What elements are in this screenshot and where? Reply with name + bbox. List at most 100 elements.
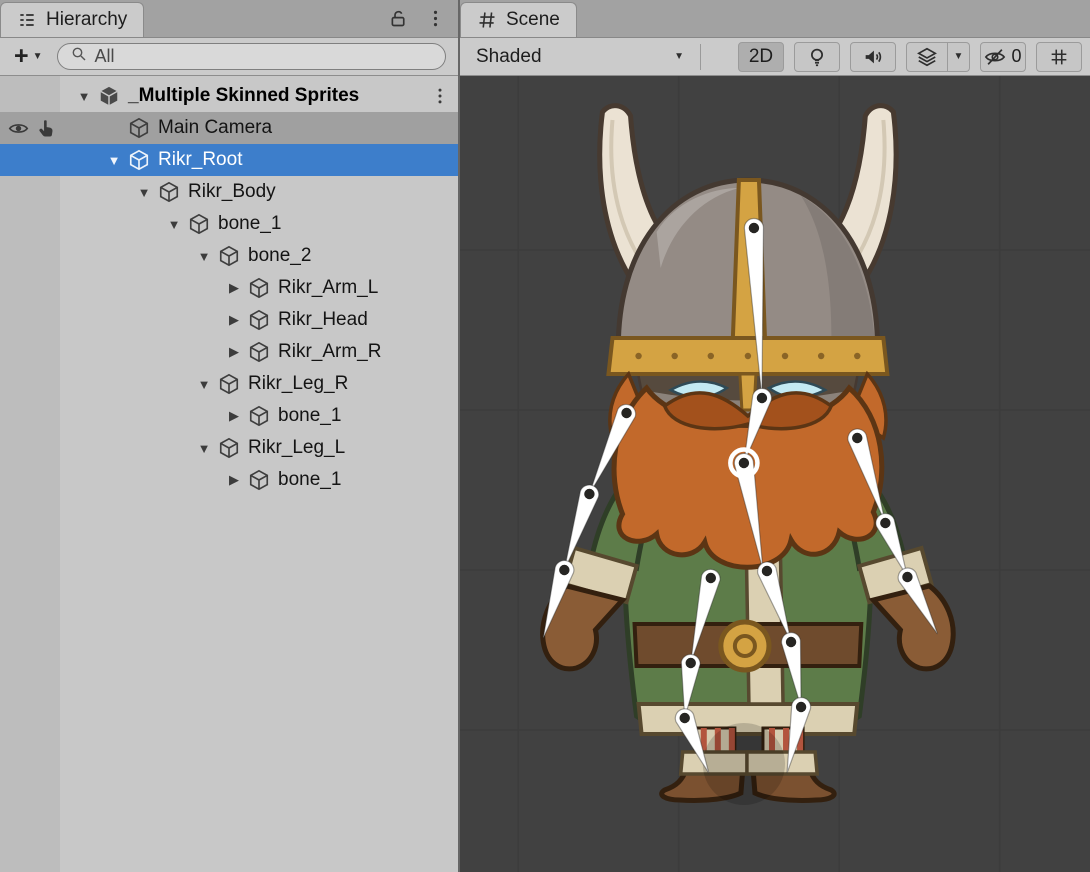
foldout-collapsed-icon[interactable]: ▶: [220, 312, 248, 328]
2d-mode-toggle[interactable]: 2D: [738, 42, 784, 72]
gameobject-cube-icon: [248, 277, 278, 299]
hierarchy-list-icon: [17, 10, 37, 30]
bone-joint-spine-1[interactable]: [757, 393, 767, 403]
eye-icon[interactable]: [6, 116, 30, 140]
chevron-down-icon: ▼: [33, 51, 43, 62]
hierarchy-item-label: Rikr_Root: [158, 149, 242, 171]
bone-joint-spine-0[interactable]: [749, 223, 759, 233]
tab-scene-label: Scene: [506, 9, 560, 31]
bone-joint-leg-right-1[interactable]: [786, 637, 796, 647]
hierarchy-tabbar: Hierarchy: [0, 0, 458, 38]
hierarchy-item-rikr-root[interactable]: ▼ Rikr_Root: [0, 144, 458, 176]
scene-viewport[interactable]: [460, 76, 1090, 872]
eye-off-icon: [984, 46, 1006, 68]
draw-mode-dropdown[interactable]: Shaded ▼: [468, 42, 692, 72]
hierarchy-search-input[interactable]: All: [57, 43, 446, 70]
lock-icon[interactable]: [388, 8, 409, 29]
hierarchy-item-bone-2[interactable]: ▼ bone_2: [0, 240, 458, 272]
pick-icon[interactable]: [34, 116, 58, 140]
hierarchy-item-label: Rikr_Arm_R: [278, 341, 381, 363]
hierarchy-item-bone-1[interactable]: ▼bone_1: [0, 208, 458, 240]
scene-grid-icon: [477, 10, 497, 30]
gameobject-cube-icon: [158, 181, 188, 203]
foldout-collapsed-icon[interactable]: ▶: [220, 280, 248, 296]
search-filter-label: All: [95, 46, 115, 67]
hierarchy-item-bone-1[interactable]: ▶ bone_1: [0, 464, 458, 496]
indent-spacer: [0, 352, 220, 353]
bone-joint-spine-2[interactable]: [739, 458, 749, 468]
indent-spacer: [0, 224, 160, 225]
hierarchy-item-label: bone_2: [248, 245, 311, 267]
indent-spacer: [0, 256, 190, 257]
scene-toolbar: Shaded ▼ 2D: [460, 38, 1090, 76]
grid-settings-icon: [1048, 46, 1070, 68]
gameobject-cube-icon: [218, 373, 248, 395]
indent-spacer: [0, 448, 190, 449]
bone-joint-leg-left-0[interactable]: [706, 573, 716, 583]
gameobject-cube-icon: [128, 117, 158, 139]
speaker-icon: [862, 46, 884, 68]
foldout-collapsed-icon[interactable]: ▶: [220, 472, 248, 488]
hierarchy-tree: ▼_Multiple Skinned SpritesMain Camera▼Ri…: [0, 76, 458, 872]
foldout-expanded-icon[interactable]: ▼: [190, 441, 218, 456]
bone-joint-arm-left-0[interactable]: [621, 408, 631, 418]
bone-joint-leg-left-2[interactable]: [679, 713, 689, 723]
hierarchy-item-multiple-skinned-sprites[interactable]: ▼_Multiple Skinned Sprites: [0, 80, 458, 112]
add-object-button[interactable]: + ▼: [8, 44, 49, 69]
bone-joint-leg-right-0[interactable]: [762, 566, 772, 576]
tab-scene[interactable]: Scene: [460, 2, 577, 37]
hierarchy-item-label: Rikr_Arm_L: [278, 277, 378, 299]
hierarchy-rows: ▼_Multiple Skinned SpritesMain Camera▼Ri…: [0, 80, 458, 496]
hierarchy-item-rikr-leg-l[interactable]: ▼ Rikr_Leg_L: [0, 432, 458, 464]
hierarchy-item-main-camera[interactable]: Main Camera: [0, 112, 458, 144]
kebab-menu-icon[interactable]: [425, 8, 446, 29]
hierarchy-item-bone-1[interactable]: ▶bone_1: [0, 400, 458, 432]
hierarchy-item-rikr-arm-r[interactable]: ▶ Rikr_Arm_R: [0, 336, 458, 368]
scene-visibility-toggle[interactable]: 0: [980, 42, 1026, 72]
grid-settings-button[interactable]: [1036, 42, 1082, 72]
foldout-expanded-icon[interactable]: ▼: [100, 153, 128, 168]
hierarchy-item-label: Rikr_Leg_L: [248, 437, 345, 459]
hierarchy-item-rikr-arm-l[interactable]: ▶ Rikr_Arm_L: [0, 272, 458, 304]
chevron-down-icon: ▼: [954, 51, 964, 62]
gameobject-cube-icon: [128, 149, 158, 171]
scene-tabbar: Scene: [460, 0, 1090, 38]
bone-joint-arm-left-2[interactable]: [559, 565, 569, 575]
indent-spacer: [0, 96, 70, 97]
indent-spacer: [0, 480, 220, 481]
bone-joint-arm-right-2[interactable]: [902, 572, 912, 582]
foldout-expanded-icon[interactable]: ▼: [190, 377, 218, 392]
tab-hierarchy[interactable]: Hierarchy: [0, 2, 144, 37]
foldout-expanded-icon[interactable]: ▼: [70, 89, 98, 104]
hierarchy-item-rikr-body[interactable]: ▼ Rikr_Body: [0, 176, 458, 208]
bone-joint-leg-right-2[interactable]: [796, 702, 806, 712]
scene-audio-toggle[interactable]: [850, 42, 896, 72]
bone-joint-leg-left-1[interactable]: [686, 658, 696, 668]
hierarchy-item-label: Rikr_Body: [188, 181, 276, 203]
unity-editor-window: Hierarchy + ▼ All: [0, 0, 1090, 872]
foldout-expanded-icon[interactable]: ▼: [190, 249, 218, 264]
scene-effects-toggle[interactable]: [906, 42, 948, 72]
scene-lighting-toggle[interactable]: [794, 42, 840, 72]
scene-effects-dropdown[interactable]: ▼: [948, 42, 970, 72]
indent-spacer: [0, 288, 220, 289]
kebab-menu-icon[interactable]: [430, 86, 450, 106]
hierarchy-toolbar: + ▼ All: [0, 38, 458, 76]
indent-spacer: [0, 384, 190, 385]
foldout-expanded-icon[interactable]: ▼: [130, 185, 158, 200]
bone-joint-arm-right-1[interactable]: [880, 518, 890, 528]
bone-joint-arm-right-0[interactable]: [852, 433, 862, 443]
hierarchy-item-label: bone_1: [278, 469, 341, 491]
hierarchy-item-rikr-leg-r[interactable]: ▼Rikr_Leg_R: [0, 368, 458, 400]
plus-icon: +: [14, 44, 29, 69]
foldout-collapsed-icon[interactable]: ▶: [220, 344, 248, 360]
hierarchy-item-rikr-head[interactable]: ▶ Rikr_Head: [0, 304, 458, 336]
gameobject-cube-icon: [188, 213, 218, 235]
hierarchy-item-label: Rikr_Head: [278, 309, 368, 331]
hierarchy-panel: Hierarchy + ▼ All: [0, 0, 460, 872]
foldout-expanded-icon[interactable]: ▼: [160, 217, 188, 232]
gameobject-cube-icon: [218, 437, 248, 459]
pivot-shadow-disc: [703, 723, 785, 805]
bone-joint-arm-left-1[interactable]: [584, 489, 594, 499]
foldout-collapsed-icon[interactable]: ▶: [220, 408, 248, 424]
